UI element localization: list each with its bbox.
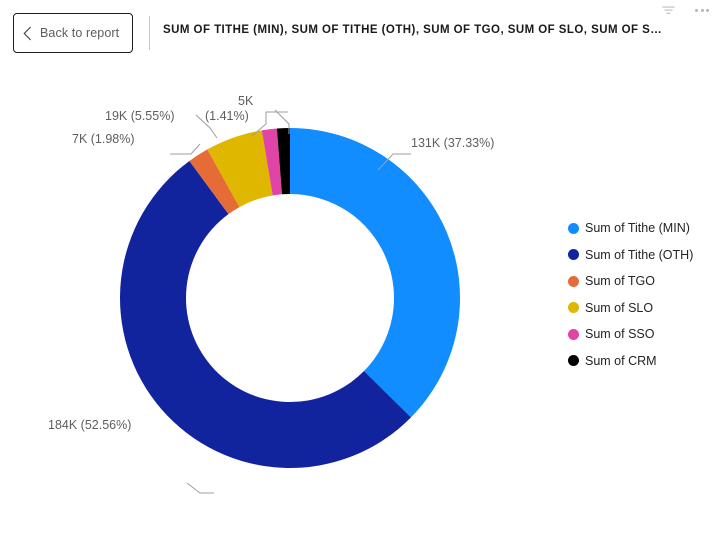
legend-item-tgo[interactable]: Sum of TGO xyxy=(568,274,693,288)
toolbar-actions xyxy=(658,2,712,18)
legend-item-tithe-oth[interactable]: Sum of Tithe (OTH) xyxy=(568,248,693,262)
legend-label: Sum of CRM xyxy=(585,353,657,368)
legend-label: Sum of Tithe (MIN) xyxy=(585,221,690,235)
data-label-sso: (1.41%) xyxy=(205,109,249,123)
legend-swatch-icon xyxy=(568,222,579,234)
donut-chart: 131K (37.33%) 184K (52.56%) 7K (1.98%) 1… xyxy=(0,66,720,540)
data-label-tgo: 7K (1.98%) xyxy=(72,132,135,146)
back-to-report-button[interactable]: Back to report xyxy=(13,13,133,53)
legend-swatch-icon xyxy=(568,275,579,287)
legend-swatch-icon xyxy=(568,302,579,313)
filter-icon[interactable] xyxy=(658,2,678,18)
legend-item-sso[interactable]: Sum of SSO xyxy=(568,327,693,341)
chevron-left-icon xyxy=(14,26,40,41)
legend-label: Sum of SLO xyxy=(585,300,654,315)
legend-swatch-icon xyxy=(568,355,579,366)
back-to-report-label: Back to report xyxy=(40,26,120,40)
chart-legend: Sum of Tithe (MIN) Sum of Tithe (OTH) Su… xyxy=(568,221,693,368)
legend-label: Sum of TGO xyxy=(585,274,655,288)
donut-slices[interactable] xyxy=(120,128,460,468)
legend-swatch-icon xyxy=(568,249,579,260)
legend-label: Sum of SSO xyxy=(585,327,655,341)
legend-item-slo[interactable]: Sum of SLO xyxy=(568,301,693,315)
legend-label: Sum of Tithe (OTH) xyxy=(585,247,694,262)
more-options-icon[interactable] xyxy=(692,2,712,18)
legend-item-tithe-min[interactable]: Sum of Tithe (MIN) xyxy=(568,221,693,235)
donut-slice-tithe-min[interactable] xyxy=(290,128,460,418)
legend-swatch-icon xyxy=(568,328,579,340)
toolbar-divider xyxy=(149,16,150,50)
legend-item-crm[interactable]: Sum of CRM xyxy=(568,354,693,368)
data-label-slo: 19K (5.55%) xyxy=(105,109,175,123)
data-label-crm: 5K xyxy=(238,94,254,108)
data-label-tithe-oth: 184K (52.56%) xyxy=(48,418,132,432)
report-toolbar: Back to report SUM OF TITHE (MIN), SUM O… xyxy=(0,0,720,66)
data-label-tithe-min: 131K (37.33%) xyxy=(411,136,495,150)
page-title: SUM OF TITHE (MIN), SUM OF TITHE (OTH), … xyxy=(163,24,663,36)
